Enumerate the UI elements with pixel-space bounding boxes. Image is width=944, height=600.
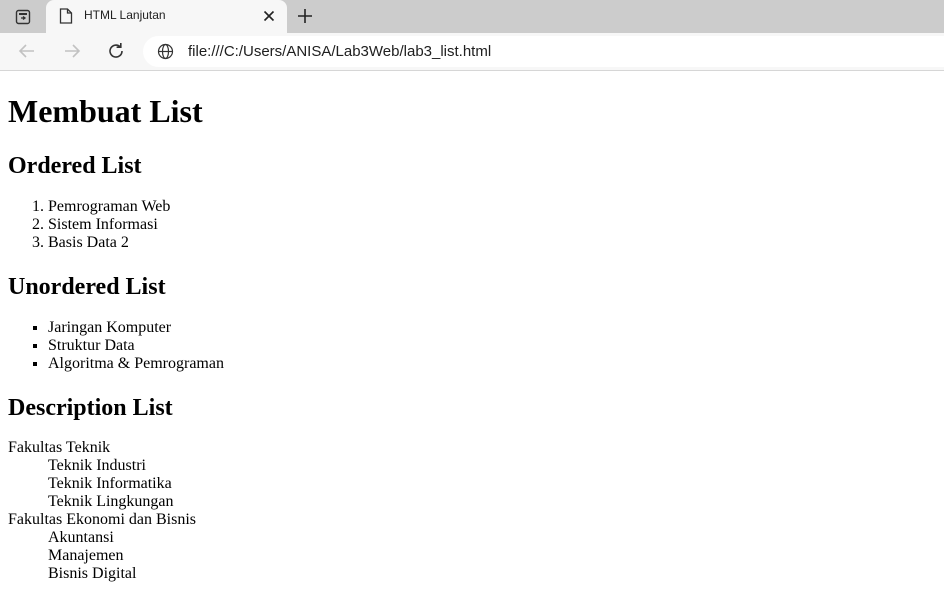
tab-actions-icon[interactable] (12, 7, 34, 27)
ordered-list-heading: Ordered List (8, 153, 142, 179)
forward-button[interactable] (62, 41, 82, 61)
arrow-left-icon (18, 44, 34, 58)
unordered-list: Jaringan Komputer Struktur Data Algoritm… (8, 319, 224, 373)
page-title: Membuat List (8, 93, 203, 129)
browser-window: HTML Lanjutan file:///C:/Users/ANISA/Lab… (0, 0, 944, 600)
description-list-heading: Description List (8, 395, 173, 421)
description-term: Fakultas Ekonomi dan Bisnis (8, 511, 196, 528)
description-detail: Teknik Industri (48, 457, 146, 474)
list-item: Jaringan Komputer (48, 319, 224, 337)
list-item: Basis Data 2 (48, 234, 170, 252)
list-item: Struktur Data (48, 337, 224, 355)
plus-icon (298, 9, 312, 23)
description-term: Fakultas Teknik (8, 439, 111, 456)
description-detail: Akuntansi (48, 529, 114, 546)
close-icon[interactable] (262, 9, 276, 23)
reload-icon (109, 43, 123, 58)
tab-strip: HTML Lanjutan (0, 0, 944, 33)
url-text[interactable]: file:///C:/Users/ANISA/Lab3Web/lab3_list… (188, 43, 491, 60)
description-detail: Manajemen (48, 547, 124, 564)
list-item: Pemrograman Web (48, 198, 170, 216)
list-item: Algoritma & Pemrograman (48, 355, 224, 373)
unordered-list-heading: Unordered List (8, 274, 166, 300)
document-icon (59, 8, 73, 24)
address-bar[interactable]: file:///C:/Users/ANISA/Lab3Web/lab3_list… (143, 36, 944, 67)
globe-icon[interactable] (157, 43, 174, 60)
browser-toolbar: file:///C:/Users/ANISA/Lab3Web/lab3_list… (0, 33, 944, 71)
arrow-right-icon (65, 44, 81, 58)
back-button[interactable] (17, 41, 37, 61)
reload-button[interactable] (106, 41, 126, 61)
description-detail: Teknik Lingkungan (48, 493, 174, 510)
new-tab-button[interactable] (296, 7, 314, 25)
tab-title: HTML Lanjutan (84, 8, 166, 22)
tab-active[interactable]: HTML Lanjutan (46, 0, 287, 33)
description-list: Fakultas Teknik Teknik Industri Teknik I… (8, 439, 196, 583)
ordered-list: Pemrograman Web Sistem Informasi Basis D… (8, 198, 170, 252)
description-detail: Teknik Informatika (48, 475, 172, 492)
list-item: Sistem Informasi (48, 216, 170, 234)
page-content: Membuat List Ordered List Pemrograman We… (0, 71, 944, 600)
description-detail: Bisnis Digital (48, 565, 137, 582)
